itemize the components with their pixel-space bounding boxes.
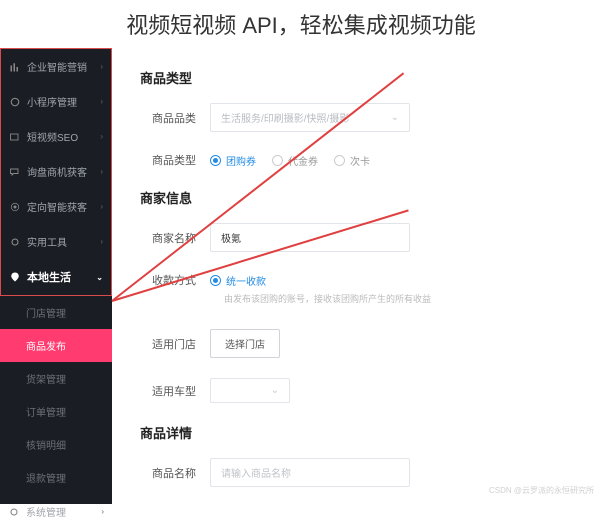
sub-item-publish[interactable]: 商品发布 bbox=[0, 329, 112, 362]
row-car-type: 适用车型 ⌄ bbox=[140, 378, 574, 403]
sidebar-label: 实用工具 bbox=[27, 234, 67, 249]
sub-item-stores[interactable]: 门店管理 bbox=[0, 296, 112, 329]
location-icon bbox=[9, 271, 21, 283]
section-merchant: 商家信息 bbox=[140, 188, 574, 207]
chevron-down-icon: ⌄ bbox=[391, 112, 399, 123]
radio-circle-icon bbox=[210, 155, 221, 166]
cube-icon bbox=[9, 96, 21, 108]
label-store: 适用门店 bbox=[140, 336, 210, 352]
chevron-right-icon: › bbox=[100, 97, 103, 106]
sub-menu: 门店管理 商品发布 货架管理 订单管理 核销明细 退款管理 bbox=[0, 296, 112, 494]
btn-select-store[interactable]: 选择门店 bbox=[210, 329, 280, 358]
page-title: 视频短视频 API，轻松集成视频功能 bbox=[0, 0, 602, 48]
chevron-right-icon: › bbox=[101, 507, 104, 516]
sidebar-label: 短视频SEO bbox=[27, 129, 78, 144]
radio-label: 统一收款 bbox=[226, 273, 266, 288]
chevron-right-icon: › bbox=[100, 167, 103, 176]
gear-icon bbox=[9, 236, 21, 248]
seo-icon bbox=[9, 131, 21, 143]
radio-label: 代金券 bbox=[288, 153, 318, 168]
target-icon bbox=[9, 201, 21, 213]
sidebar-item-local[interactable]: 本地生活 ⌄ bbox=[1, 259, 111, 295]
payment-helper: 由发布该团购的账号，接收该团购所产生的所有收益 bbox=[224, 292, 574, 305]
label-product-type: 商品类型 bbox=[140, 152, 210, 168]
sub-item-shelf[interactable]: 货架管理 bbox=[0, 362, 112, 395]
label-product-name: 商品名称 bbox=[140, 465, 210, 481]
label-car-type: 适用车型 bbox=[140, 383, 210, 399]
radio-label: 次卡 bbox=[350, 153, 370, 168]
sub-item-refund[interactable]: 退款管理 bbox=[0, 461, 112, 494]
sidebar-item-leads[interactable]: 询盘商机获客 › bbox=[1, 154, 111, 189]
select-category[interactable]: 生活服务/印刷摄影/快照/摄影 ⌄ bbox=[210, 103, 410, 132]
label-payment: 收款方式 bbox=[140, 272, 210, 288]
select-car-type[interactable]: ⌄ bbox=[210, 378, 290, 403]
sidebar-item-seo[interactable]: 短视频SEO › bbox=[1, 119, 111, 154]
sidebar-item-miniapp[interactable]: 小程序管理 › bbox=[1, 84, 111, 119]
chevron-down-icon: ⌄ bbox=[96, 273, 103, 282]
row-product-name: 商品名称 请输入商品名称 bbox=[140, 458, 574, 487]
gear-icon bbox=[8, 506, 20, 518]
chevron-right-icon: › bbox=[100, 237, 103, 246]
radio-circle-icon bbox=[272, 155, 283, 166]
sub-item-verify[interactable]: 核销明细 bbox=[0, 428, 112, 461]
radio-circle-icon bbox=[334, 155, 345, 166]
chevron-right-icon: › bbox=[100, 132, 103, 141]
sidebar-label: 企业智能营销 bbox=[27, 59, 87, 74]
sidebar-item-system[interactable]: 系统管理 › bbox=[0, 494, 112, 529]
radio-voucher[interactable]: 代金券 bbox=[272, 153, 318, 168]
input-merchant-name[interactable]: 极氪 bbox=[210, 223, 410, 252]
input-product-name[interactable]: 请输入商品名称 bbox=[210, 458, 410, 487]
chevron-right-icon: › bbox=[100, 202, 103, 211]
chevron-right-icon: › bbox=[100, 62, 103, 71]
radio-card[interactable]: 次卡 bbox=[334, 153, 370, 168]
chevron-down-icon: ⌄ bbox=[271, 385, 279, 396]
sub-item-orders[interactable]: 订单管理 bbox=[0, 395, 112, 428]
row-store: 适用门店 选择门店 bbox=[140, 329, 574, 358]
sidebar-label: 小程序管理 bbox=[27, 94, 77, 109]
radio-circle-icon bbox=[210, 275, 221, 286]
row-category: 商品品类 生活服务/印刷摄影/快照/摄影 ⌄ bbox=[140, 103, 574, 132]
label-merchant-name: 商家名称 bbox=[140, 230, 210, 246]
row-merchant-name: 商家名称 极氪 bbox=[140, 223, 574, 252]
sidebar-item-target[interactable]: 定向智能获客 › bbox=[1, 189, 111, 224]
main-content: 商品类型 商品品类 生活服务/印刷摄影/快照/摄影 ⌄ 商品类型 团购券 代金券 bbox=[112, 48, 602, 504]
row-product-type: 商品类型 团购券 代金券 次卡 bbox=[140, 152, 574, 168]
radio-groupbuy[interactable]: 团购券 bbox=[210, 153, 256, 168]
radio-unified-payment[interactable]: 统一收款 bbox=[210, 273, 266, 288]
label-category: 商品品类 bbox=[140, 110, 210, 126]
sidebar-label: 系统管理 bbox=[26, 504, 66, 519]
sidebar-item-marketing[interactable]: 企业智能营销 › bbox=[1, 49, 111, 84]
radio-label: 团购券 bbox=[226, 153, 256, 168]
sidebar-item-tools[interactable]: 实用工具 › bbox=[1, 224, 111, 259]
sidebar: 企业智能营销 › 小程序管理 › 短视频SEO › 询盘商机获客 › 定向智能获… bbox=[0, 48, 112, 504]
bars-icon bbox=[9, 61, 21, 73]
section-product-detail: 商品详情 bbox=[140, 423, 574, 442]
sidebar-label: 询盘商机获客 bbox=[27, 164, 87, 179]
select-placeholder: 生活服务/印刷摄影/快照/摄影 bbox=[221, 110, 349, 125]
row-payment: 收款方式 统一收款 bbox=[140, 272, 574, 288]
section-product-type: 商品类型 bbox=[140, 68, 574, 87]
watermark: CSDN @云罗派的永恒研究所 bbox=[489, 485, 594, 496]
sidebar-top-group: 企业智能营销 › 小程序管理 › 短视频SEO › 询盘商机获客 › 定向智能获… bbox=[0, 48, 112, 296]
app-container: 企业智能营销 › 小程序管理 › 短视频SEO › 询盘商机获客 › 定向智能获… bbox=[0, 48, 602, 504]
sidebar-label: 本地生活 bbox=[27, 269, 71, 285]
sidebar-label: 定向智能获客 bbox=[27, 199, 87, 214]
chat-icon bbox=[9, 166, 21, 178]
